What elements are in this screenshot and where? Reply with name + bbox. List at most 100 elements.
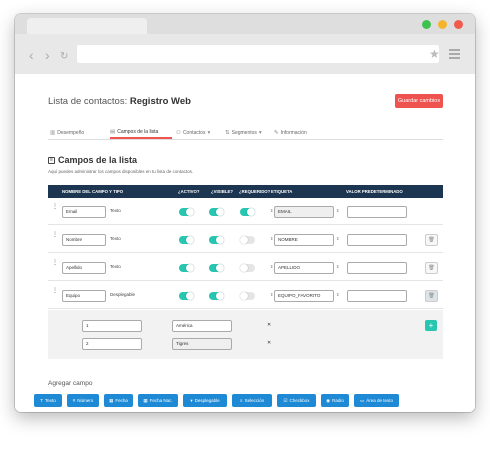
checkbox-icon: ☑: [283, 397, 288, 403]
close-dot[interactable]: [454, 20, 463, 29]
add-checkbox-field-button[interactable]: ☑ Checkbox: [277, 394, 316, 407]
add-radio-field-button[interactable]: ◉ Radio: [321, 394, 349, 407]
remove-option-icon[interactable]: ✕: [267, 322, 271, 328]
field-type: Texto: [110, 236, 121, 241]
option-value-input[interactable]: 1: [82, 320, 142, 332]
add-selection-field-button[interactable]: ≡ Selección: [232, 394, 272, 407]
drag-handle-icon[interactable]: ⋮: [52, 288, 58, 294]
section-title-text: Campos de la lista: [58, 155, 138, 165]
add-textarea-field-button[interactable]: ▭ Área de texto: [354, 394, 399, 407]
table-header: NOMBRE DEL CAMPO Y TIPO ¿ACTIVO? ¿VISIBL…: [48, 185, 443, 198]
add-field-title: Agregar campo: [48, 380, 93, 387]
field-name-input[interactable]: Apellido: [62, 262, 106, 274]
visible-toggle[interactable]: [209, 236, 224, 244]
dropdown-icon: ▾: [190, 397, 193, 403]
drag-handle-icon[interactable]: ⋮: [52, 260, 58, 266]
field-name-input[interactable]: Email: [62, 206, 106, 218]
requerido-toggle[interactable]: [240, 208, 255, 216]
default-value-input[interactable]: [347, 262, 407, 274]
default-value-input[interactable]: [347, 290, 407, 302]
list-icon: ≡: [239, 398, 243, 403]
delete-icon[interactable]: 🗑: [425, 290, 438, 302]
browser-window: ‹ › ↻ ★ Lista de contactos: Registro Web…: [15, 14, 475, 412]
tab-campos[interactable]: ▤ Campos de la lista: [110, 126, 172, 139]
table-row: ⋮ Apellido Texto ⇕ APELLIDO ⇕ 🗑: [48, 254, 443, 281]
tab-informacion[interactable]: ✎ Información: [274, 126, 307, 139]
label-input[interactable]: EQUIPO_FAVORITO: [274, 290, 334, 302]
requerido-toggle[interactable]: [240, 264, 255, 272]
tab-segmentos[interactable]: ⇅ Segmentos ▾: [225, 126, 262, 139]
column-header: NOMBRE DEL CAMPO Y TIPO: [62, 189, 124, 194]
field-type: Texto: [110, 208, 121, 213]
maximize-dot[interactable]: [422, 20, 431, 29]
section-description: Aquí puedes administrar los campos dispo…: [48, 169, 194, 174]
column-header: VALOR PREDETERMINADO: [346, 189, 403, 194]
tab-label: Campos de la lista: [117, 128, 159, 135]
activo-toggle[interactable]: [179, 236, 194, 244]
option-label-input[interactable]: Tigres: [172, 338, 232, 350]
fields-icon: ▤: [110, 128, 116, 135]
arrows-icon: ⇕: [270, 264, 274, 269]
visible-toggle[interactable]: [209, 208, 224, 216]
tab-label: Contactos: [182, 129, 206, 136]
add-text-field-button[interactable]: T Texto: [34, 394, 62, 407]
calendar-icon: ▦: [109, 397, 114, 403]
bookmark-star-icon[interactable]: ★: [429, 47, 440, 61]
button-label: Número: [77, 398, 94, 403]
add-birthdate-field-button[interactable]: ▦ Fecha Nac.: [138, 394, 178, 407]
save-changes-button[interactable]: Guardar cambios: [395, 94, 443, 108]
activo-toggle[interactable]: [179, 208, 194, 216]
arrows-icon: ⇕: [336, 264, 340, 269]
default-value-input[interactable]: [347, 234, 407, 246]
caret-down-icon: ▾: [207, 129, 211, 136]
remove-option-icon[interactable]: ✕: [267, 340, 271, 346]
visible-toggle[interactable]: [209, 264, 224, 272]
default-value-input[interactable]: [347, 206, 407, 218]
add-dropdown-field-button[interactable]: ▾ Desplegable: [183, 394, 227, 407]
add-option-button[interactable]: +: [425, 320, 437, 331]
add-date-field-button[interactable]: ▦ Fecha: [104, 394, 133, 407]
button-label: Checkbox: [289, 398, 310, 403]
label-input[interactable]: EMAIL: [274, 206, 334, 218]
add-number-field-button[interactable]: # Número: [67, 394, 99, 407]
caret-down-icon: ▾: [258, 129, 262, 136]
drag-handle-icon[interactable]: ⋮: [52, 232, 58, 238]
browser-menu-icon[interactable]: [449, 49, 460, 61]
arrows-icon: ⇕: [270, 208, 274, 213]
label-input[interactable]: APELLIDO: [274, 262, 334, 274]
drag-handle-icon[interactable]: ⋮: [52, 204, 58, 210]
field-name-input[interactable]: Nombre: [62, 234, 106, 246]
chart-icon: ▥: [50, 129, 56, 136]
title-prefix: Lista de contactos:: [48, 96, 130, 107]
arrows-icon: ⇕: [270, 292, 274, 297]
label-input[interactable]: NOMBRE: [274, 234, 334, 246]
visible-toggle[interactable]: [209, 292, 224, 300]
list-name: Registro Web: [129, 96, 191, 107]
back-icon[interactable]: ‹: [29, 48, 34, 62]
address-bar[interactable]: [77, 45, 439, 63]
column-header: ¿ACTIVO?: [178, 189, 200, 194]
edit-icon: ✎: [274, 129, 279, 136]
forward-icon[interactable]: ›: [45, 48, 50, 62]
field-type: Desplegable: [110, 292, 136, 297]
minimize-dot[interactable]: [438, 20, 447, 29]
tab-contactos[interactable]: ⚇ Contactos ▾: [176, 126, 210, 139]
field-name-input[interactable]: Equipo: [62, 290, 106, 302]
requerido-toggle[interactable]: [240, 236, 255, 244]
requerido-toggle[interactable]: [240, 292, 255, 300]
column-header: ¿REQUERIDO?: [239, 189, 271, 194]
delete-icon[interactable]: 🗑: [425, 262, 438, 274]
table-row: ⋮ Email Texto ⇕ EMAIL ⇕: [48, 198, 443, 225]
activo-toggle[interactable]: [179, 292, 194, 300]
dropdown-options-panel: 1 América ✕ 2 Tigres ✕ +: [48, 310, 443, 359]
tab-strip: [15, 14, 475, 34]
delete-icon[interactable]: 🗑: [425, 234, 438, 246]
option-value-input[interactable]: 2: [82, 338, 142, 350]
tab-desempeno[interactable]: ▥ Desempeño: [50, 126, 84, 139]
button-label: Fecha Nac.: [149, 398, 173, 403]
calendar-icon: ▦: [143, 397, 148, 403]
activo-toggle[interactable]: [179, 264, 194, 272]
browser-tab[interactable]: [27, 18, 147, 34]
reload-icon[interactable]: ↻: [60, 50, 68, 64]
option-label-input[interactable]: América: [172, 320, 232, 332]
